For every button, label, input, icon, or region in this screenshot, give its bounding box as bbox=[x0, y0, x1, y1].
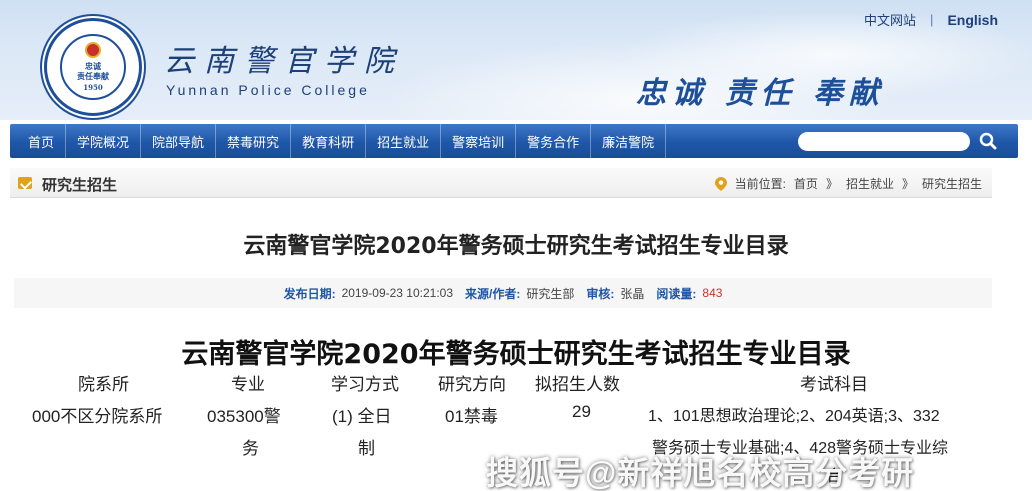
logo-motto-line1: 忠诚 bbox=[85, 60, 101, 71]
section-bar: 研究生招生 当前位置: 首页 》 招生就业 》 研究生招生 bbox=[10, 168, 992, 198]
article-meta: 发布日期: 2019-09-23 10:21:03 来源/作者: 研究生部 审核… bbox=[14, 278, 992, 308]
chinese-site-link[interactable]: 中文网站 bbox=[864, 10, 916, 29]
police-badge-icon bbox=[85, 41, 101, 58]
source-value: 研究生部 bbox=[526, 286, 575, 301]
school-slogan: 忠诚 责任 奉献 bbox=[636, 76, 885, 111]
col-header-subjects: 考试科目 bbox=[800, 375, 868, 394]
school-logo-inner: 忠诚 责任奉献 1950 bbox=[60, 34, 126, 100]
nav-item-education[interactable]: 教育科研 bbox=[291, 124, 367, 158]
nav-item-departments[interactable]: 院部导航 bbox=[141, 124, 217, 158]
nav-item-cooperation[interactable]: 警务合作 bbox=[516, 124, 592, 158]
article-title: 云南警官学院2020年警务硕士研究生考试招生专业目录 bbox=[243, 234, 789, 259]
col-header-count: 拟招生人数 bbox=[535, 375, 620, 394]
search-input[interactable] bbox=[798, 132, 970, 151]
breadcrumb: 当前位置: 首页 》 招生就业 》 研究生招生 bbox=[714, 175, 982, 192]
nav-item-drug-research[interactable]: 禁毒研究 bbox=[216, 124, 292, 158]
breadcrumb-home[interactable]: 首页 bbox=[794, 175, 818, 192]
breadcrumb-admissions[interactable]: 招生就业 bbox=[846, 175, 894, 192]
reviewer-label: 审核: bbox=[586, 286, 615, 301]
views-count: 843 bbox=[702, 286, 723, 300]
english-site-link[interactable]: English bbox=[947, 12, 998, 28]
col-header-direction: 研究方向 bbox=[438, 375, 506, 394]
logo-year: 1950 bbox=[83, 82, 103, 92]
publish-date: 2019-09-23 10:21:03 bbox=[341, 286, 454, 300]
top-links: 中文网站 | English bbox=[864, 10, 998, 29]
views-label: 阅读量: bbox=[656, 286, 697, 301]
breadcrumb-label: 当前位置: bbox=[734, 177, 786, 191]
nav-item-police-training[interactable]: 警察培训 bbox=[441, 124, 517, 158]
nav-item-about[interactable]: 学院概况 bbox=[66, 124, 142, 158]
col-header-dept: 院系所 bbox=[78, 375, 129, 394]
nav-item-home[interactable]: 首页 bbox=[10, 124, 67, 158]
school-name-cn: 云南警官学院 bbox=[164, 44, 404, 79]
search-button[interactable] bbox=[976, 129, 1000, 153]
col-header-mode: 学习方式 bbox=[331, 375, 399, 394]
breadcrumb-current[interactable]: 研究生招生 bbox=[922, 175, 982, 192]
cell-mode-line2: 制 bbox=[358, 439, 375, 458]
site-header: 忠诚 责任奉献 1950 云南警官学院 Yunnan Police Colleg… bbox=[0, 0, 1032, 120]
reviewer-value: 张晶 bbox=[620, 286, 645, 301]
cell-count: 29 bbox=[572, 402, 591, 421]
watermark: 搜狐号@新祥旭名校高分考研 bbox=[486, 455, 915, 491]
nav-item-admissions[interactable]: 招生就业 bbox=[366, 124, 442, 158]
section-title: 研究生招生 bbox=[42, 177, 118, 194]
school-logo[interactable]: 忠诚 责任奉献 1950 bbox=[44, 18, 142, 116]
top-links-separator: | bbox=[930, 12, 934, 27]
breadcrumb-separator: 》 bbox=[901, 177, 914, 191]
cell-subjects-line1: 1、101思想政治理论;2、204英语;3、332 bbox=[648, 408, 940, 425]
source-label: 来源/作者: bbox=[465, 286, 521, 301]
logo-motto-line2: 责任奉献 bbox=[77, 70, 109, 81]
cell-major-line2: 务 bbox=[242, 439, 259, 458]
catalog-table-header: 院系所 专业 学习方式 研究方向 拟招生人数 考试科目 bbox=[0, 370, 1032, 394]
cell-mode-line1: (1) 全日 bbox=[332, 407, 392, 426]
publish-date-label: 发布日期: bbox=[283, 286, 336, 301]
main-nav: 首页 学院概况 院部导航 禁毒研究 教育科研 招生就业 警察培训 警务合作 廉洁… bbox=[10, 124, 1018, 158]
cell-direction: 01禁毒 bbox=[445, 407, 498, 426]
cell-major-line1: 035300警 bbox=[207, 407, 281, 426]
breadcrumb-separator: 》 bbox=[825, 177, 838, 191]
school-name-en: Yunnan Police College bbox=[166, 82, 370, 98]
col-header-major: 专业 bbox=[231, 375, 265, 394]
location-pin-icon bbox=[714, 176, 727, 191]
cell-dept: 000不区分院系所 bbox=[32, 407, 163, 426]
article-body-title: 云南警官学院2020年警务硕士研究生考试招生专业目录 bbox=[181, 339, 851, 370]
nav-item-integrity[interactable]: 廉洁警院 bbox=[591, 124, 667, 158]
section-check-icon bbox=[18, 177, 32, 189]
search-icon bbox=[979, 132, 997, 150]
